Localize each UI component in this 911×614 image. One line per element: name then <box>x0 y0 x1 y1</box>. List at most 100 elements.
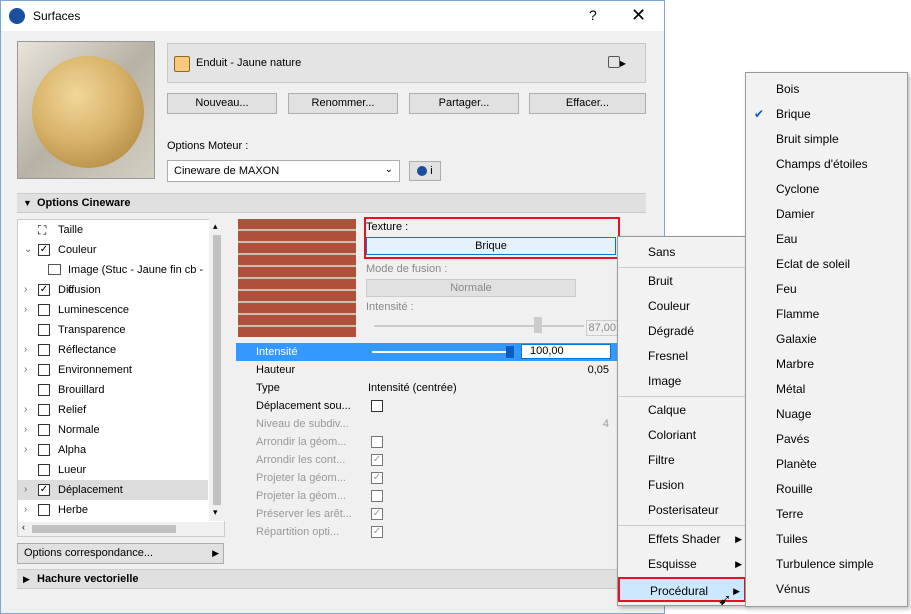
chevron-right-icon[interactable]: › <box>24 500 27 520</box>
menu-item-marbre[interactable]: Marbre <box>746 352 907 377</box>
slider-thumb[interactable] <box>534 317 542 333</box>
checkbox[interactable] <box>38 464 50 476</box>
surface-selector[interactable]: Enduit - Jaune nature ▸ <box>167 43 646 83</box>
blend-mode-button[interactable]: Normale <box>366 279 576 297</box>
tree-item-diffusion[interactable]: › ✓ Diffusion <box>18 280 208 300</box>
procedural-submenu[interactable]: Bois ✔ Brique Bruit simple Champs d'étoi… <box>745 72 908 607</box>
menu-item-paves[interactable]: Pavés <box>746 427 907 452</box>
tree-item-relief[interactable]: › Relief <box>18 400 208 420</box>
menu-item-metal[interactable]: Métal <box>746 377 907 402</box>
menu-item-posterizer[interactable]: Posterisateur <box>618 498 746 523</box>
chevron-right-icon[interactable]: › <box>24 360 27 380</box>
chevron-right-icon[interactable]: › <box>24 340 27 360</box>
menu-item-cyclone[interactable]: Cyclone <box>746 177 907 202</box>
menu-item-terre[interactable]: Terre <box>746 502 907 527</box>
texture-intensity-slider[interactable] <box>374 325 584 327</box>
new-button[interactable]: Nouveau... <box>167 93 277 114</box>
vector-hatch-header[interactable]: ▶ Hachure vectorielle <box>17 569 646 589</box>
chevron-right-icon[interactable]: › <box>24 280 27 300</box>
menu-item-fresnel[interactable]: Fresnel <box>618 344 746 369</box>
menu-item-shader-effects[interactable]: Effets Shader ▶ <box>618 527 746 552</box>
share-button[interactable]: Partager... <box>409 93 519 114</box>
chevron-down-icon[interactable]: ⌄ <box>24 240 32 260</box>
texture-button[interactable]: Brique <box>366 237 616 255</box>
help-button[interactable]: ? <box>589 7 597 23</box>
prop-value[interactable]: Intensité (centrée) <box>368 379 457 397</box>
menu-item-layer[interactable]: Calque <box>618 398 746 423</box>
menu-item-sketch[interactable]: Esquisse ▶ <box>618 552 746 577</box>
scroll-left-icon[interactable]: ‹ <box>22 522 25 532</box>
menu-item-tuiles[interactable]: Tuiles <box>746 527 907 552</box>
tree-item-grass[interactable]: › Herbe <box>18 500 208 520</box>
tree-item-image[interactable]: Image (Stuc - Jaune fin cb -c <box>18 260 208 296</box>
checkbox[interactable] <box>38 384 50 396</box>
tree-item-alpha[interactable]: › Alpha <box>18 440 208 460</box>
menu-item-bruit-simple[interactable]: Bruit simple <box>746 127 907 152</box>
scroll-down-icon[interactable]: ▾ <box>213 507 218 518</box>
menu-item-bois[interactable]: Bois <box>746 77 907 102</box>
tree-item-color[interactable]: ⌄ ✓ Couleur <box>18 240 208 260</box>
menu-item-image[interactable]: Image <box>618 369 746 394</box>
prop-row-type[interactable]: Type Intensité (centrée) <box>236 379 619 397</box>
menu-item-flamme[interactable]: Flamme <box>746 302 907 327</box>
checkbox[interactable] <box>38 364 50 376</box>
prop-row-subpolygon[interactable]: Déplacement sou... <box>236 397 619 415</box>
channel-tree[interactable]: ⛶ Taille ⌄ ✓ Couleur Image (Stuc - Jaune… <box>17 219 225 537</box>
menu-item-galaxie[interactable]: Galaxie <box>746 327 907 352</box>
texture-intensity-field[interactable]: 87,00 <box>586 320 619 336</box>
tree-item-normal[interactable]: › Normale <box>18 420 208 440</box>
checkbox[interactable]: ✓ <box>38 244 50 256</box>
checkbox[interactable] <box>38 404 50 416</box>
menu-item-color[interactable]: Couleur <box>618 294 746 319</box>
tree-item-size[interactable]: ⛶ Taille <box>18 220 208 240</box>
menu-item-none[interactable]: Sans <box>618 240 746 265</box>
settings-icon[interactable] <box>608 56 620 68</box>
menu-item-fusion[interactable]: Fusion <box>618 473 746 498</box>
vertical-scrollbar[interactable]: ▴ ▾ <box>209 219 225 521</box>
tree-item-environment[interactable]: › Environnement <box>18 360 208 380</box>
rename-button[interactable]: Renommer... <box>288 93 398 114</box>
chevron-right-icon[interactable]: › <box>24 300 27 320</box>
scroll-thumb[interactable] <box>32 525 176 533</box>
tree-item-luminescence[interactable]: › Luminescence <box>18 300 208 320</box>
checkbox[interactable] <box>38 304 50 316</box>
menu-item-champs-etoiles[interactable]: Champs d'étoiles <box>746 152 907 177</box>
menu-item-colorizer[interactable]: Coloriant <box>618 423 746 448</box>
scroll-thumb[interactable] <box>213 235 221 505</box>
menu-item-venus[interactable]: Vénus <box>746 577 907 602</box>
menu-item-turbulence-simple[interactable]: Turbulence simple <box>746 552 907 577</box>
checkbox[interactable] <box>38 424 50 436</box>
checkbox[interactable] <box>38 324 50 336</box>
menu-item-eau[interactable]: Eau <box>746 227 907 252</box>
intensity-slider[interactable] <box>372 351 512 353</box>
texture-type-menu[interactable]: Sans Bruit Couleur Dégradé Fresnel Image… <box>617 236 747 606</box>
tree-item-fog[interactable]: Brouillard <box>18 380 208 400</box>
tree-item-reflectance[interactable]: › Réflectance <box>18 340 208 360</box>
chevron-right-icon[interactable]: › <box>24 440 27 460</box>
chevron-right-icon[interactable]: › <box>24 480 27 500</box>
chevron-right-icon[interactable]: › <box>24 420 27 440</box>
menu-item-gradient[interactable]: Dégradé <box>618 319 746 344</box>
menu-item-planete[interactable]: Planète <box>746 452 907 477</box>
tree-item-glow[interactable]: Lueur <box>18 460 208 480</box>
menu-item-noise[interactable]: Bruit <box>618 269 746 294</box>
menu-item-brique[interactable]: ✔ Brique <box>746 102 907 127</box>
delete-button[interactable]: Effacer... <box>529 93 646 114</box>
horizontal-scrollbar[interactable]: ‹ <box>18 522 224 536</box>
close-button[interactable]: ✕ <box>631 5 646 26</box>
checkbox[interactable] <box>371 400 383 412</box>
scroll-up-icon[interactable]: ▴ <box>213 221 218 232</box>
intensity-input[interactable]: 100,00 <box>521 344 611 359</box>
prop-value[interactable]: 0,05 <box>588 361 609 379</box>
prop-row-intensity[interactable]: Intensité 100,00 <box>236 343 619 361</box>
menu-item-filter[interactable]: Filtre <box>618 448 746 473</box>
surface-menu-arrow[interactable]: ▸ <box>620 56 626 70</box>
menu-item-rouille[interactable]: Rouille <box>746 477 907 502</box>
prop-row-height[interactable]: Hauteur 0,05 <box>236 361 619 379</box>
checkbox[interactable] <box>38 444 50 456</box>
tree-item-transparency[interactable]: Transparence <box>18 320 208 340</box>
engine-dropdown[interactable]: Cineware de MAXON ⌄ <box>167 160 400 182</box>
checkbox[interactable] <box>38 344 50 356</box>
chevron-right-icon[interactable]: › <box>24 400 27 420</box>
slider-thumb[interactable] <box>506 346 514 358</box>
